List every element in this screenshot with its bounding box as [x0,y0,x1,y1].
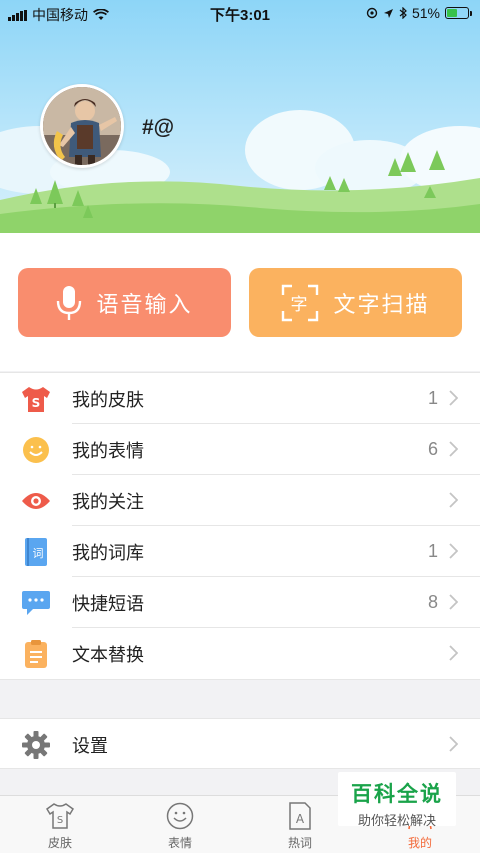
tab-label: 表情 [167,836,192,850]
voice-input-button[interactable]: 语音输入 [18,268,231,337]
eye-icon [0,491,72,511]
watermark-subtitle: 助你轻松解决 [357,813,436,828]
svg-text:字: 字 [291,295,310,315]
rotation-lock-icon [366,7,378,19]
location-icon [383,8,393,18]
username: #@ [142,116,175,139]
svg-text:词: 词 [33,547,44,560]
chevron-right-icon [449,736,458,752]
text-scan-label: 文字扫描 [333,291,430,317]
watermark-title: 百科全说 [351,783,443,806]
scan-frame-icon: 字 [281,284,319,322]
menu-item-label: 我的皮肤 [72,389,144,410]
status-bar: 中国移动 下午3:01 51% [0,0,480,26]
menu-item-count: 8 [427,592,438,612]
menu-item-settings[interactable]: 设置 [0,719,480,770]
chevron-right-icon [449,390,458,406]
smile-tab-icon [166,802,194,830]
menu-item-my-dictionary[interactable]: 词 我的词库 1 [0,526,480,577]
chevron-right-icon [449,543,458,559]
svg-text:S: S [57,815,63,826]
quick-actions: 语音输入 字 文字扫描 [0,233,480,371]
clipboard-icon [0,639,72,669]
tab-skins[interactable]: S 皮肤 [0,796,120,853]
menu-item-my-emoji[interactable]: 我的表情 6 [0,424,480,475]
profile-menu-list: S 我的皮肤 1 我的表情 6 我的关注 词 我的词库 1 快捷短语 8 文本替… [0,372,480,680]
chevron-right-icon [449,645,458,661]
settings-section: 设置 [0,718,480,769]
battery-percent: 51% [411,5,440,21]
profile-header: 中国移动 下午3:01 51% #@ [0,0,480,233]
profile-page: 中国移动 下午3:01 51% #@ 语音输入 字 文字扫描 S 我的皮肤 1 … [0,0,480,853]
microphone-icon [56,285,82,321]
menu-item-label: 我的表情 [72,440,144,461]
menu-item-text-replacement[interactable]: 文本替换 [0,628,480,679]
bluetooth-icon [399,7,407,19]
chevron-right-icon [449,594,458,610]
dictionary-icon: 词 [0,537,72,567]
svg-text:A: A [296,812,305,826]
gear-icon [0,730,72,759]
emoji-icon [0,436,72,464]
menu-item-my-follows[interactable]: 我的关注 [0,475,480,526]
skin-shirt-icon: S [0,385,72,413]
text-scan-button[interactable]: 字 文字扫描 [249,268,462,337]
menu-item-quick-phrases[interactable]: 快捷短语 8 [0,577,480,628]
chevron-right-icon [449,492,458,508]
tab-label: 皮肤 [47,836,72,850]
menu-item-my-skins[interactable]: S 我的皮肤 1 [0,373,480,424]
menu-item-count: 1 [427,541,438,561]
chevron-right-icon [449,441,458,457]
menu-item-label: 我的关注 [72,491,144,512]
hotword-tab-icon: A [289,802,311,830]
menu-item-label: 文本替换 [72,644,144,665]
battery-icon [445,7,472,19]
shirt-tab-icon: S [46,803,74,829]
watermark-logo: 百科全说 助你轻松解决 [338,772,456,828]
tab-label: 我的 [407,836,432,850]
menu-item-count: 1 [427,388,438,408]
voice-input-label: 语音输入 [96,291,193,317]
settings-label: 设置 [72,735,108,756]
menu-item-label: 我的词库 [72,542,144,563]
menu-item-count: 6 [427,439,438,459]
tab-emoji[interactable]: 表情 [120,796,240,853]
menu-item-label: 快捷短语 [72,593,144,614]
svg-text:S: S [32,396,41,410]
avatar[interactable] [40,84,124,168]
chat-bubble-icon [0,590,72,616]
tab-label: 热词 [287,836,312,850]
